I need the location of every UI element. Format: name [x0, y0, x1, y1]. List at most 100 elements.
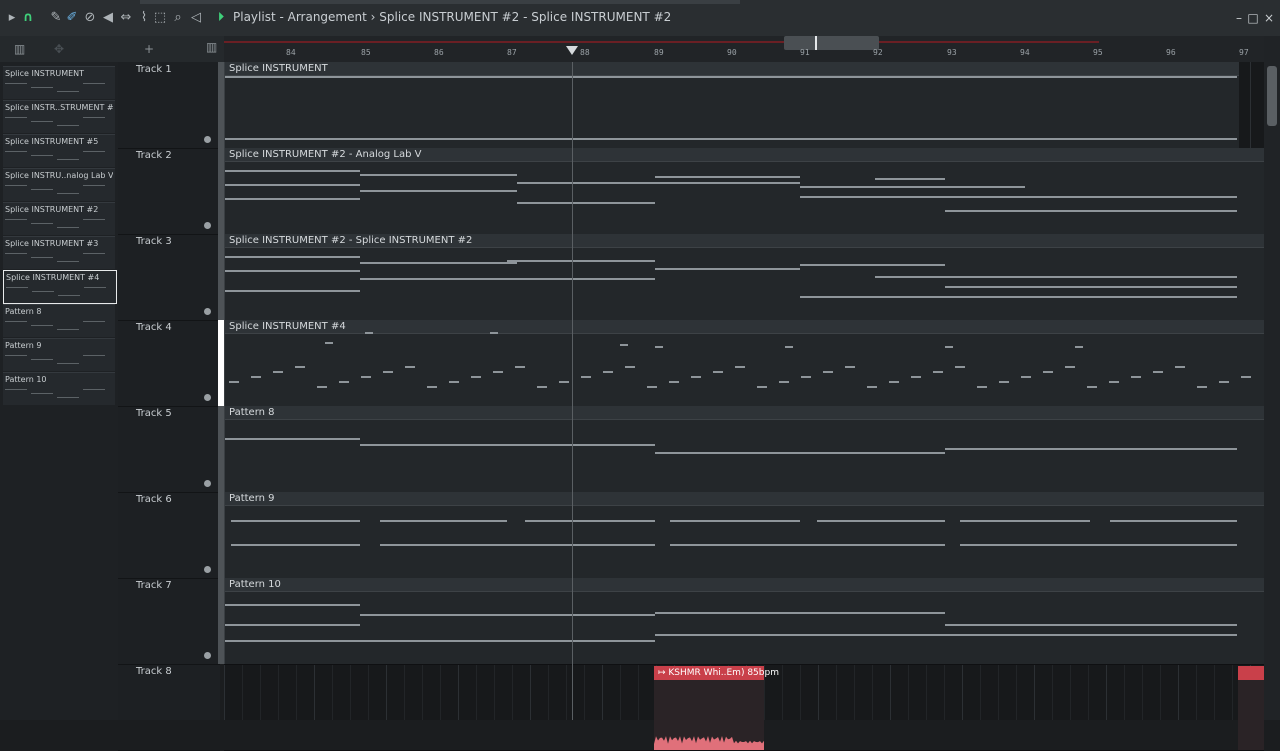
picker-item[interactable]: Splice INSTRUMENT #2 [3, 202, 115, 235]
track-header[interactable]: Track 6 [118, 492, 224, 579]
note-bar [225, 170, 360, 172]
pattern-clip[interactable]: Pattern 9 [224, 492, 1265, 578]
note-bar [945, 448, 1237, 450]
track-lane[interactable]: Pattern 9 [224, 492, 1265, 579]
track-lane[interactable]: Pattern 10 [224, 578, 1265, 665]
paint-brush-icon[interactable]: ✐ [64, 10, 80, 26]
track-lane[interactable]: Splice INSTRUMENT [224, 62, 1264, 149]
note-bar [225, 604, 360, 606]
note-bar [669, 381, 679, 383]
track-lane[interactable]: Splice INSTRUMENT #2 - Splice INSTRUMENT… [224, 234, 1265, 321]
slip-icon[interactable]: ⇔ [118, 10, 134, 26]
note-bar [670, 520, 800, 522]
close-button[interactable]: × [1262, 11, 1276, 25]
picker-preview-line [31, 257, 53, 258]
delete-icon[interactable]: ⊘ [82, 10, 98, 26]
add-track-icon[interactable]: + [144, 42, 154, 56]
pencil-draw-icon[interactable]: ✎ [48, 10, 64, 26]
track-mute-dot[interactable] [204, 308, 211, 315]
picker-item[interactable]: Splice INSTRUMENT #3 [3, 236, 115, 269]
picker-item[interactable]: Splice INSTRUMENT #4 [3, 270, 117, 304]
note-bar [647, 386, 657, 388]
picker-preview-line [5, 185, 27, 186]
picker-item-label: Splice INSTRU..nalog Lab V [5, 171, 113, 180]
slice-icon[interactable]: ⌇ [136, 10, 152, 26]
play-icon[interactable]: ⏵ [213, 10, 229, 26]
maximize-button[interactable]: □ [1246, 11, 1260, 25]
pattern-clip[interactable]: Pattern 8 [224, 406, 1265, 492]
picker-item[interactable]: Splice INSTRUMENT #5 [3, 134, 115, 167]
pattern-clip[interactable]: Pattern 10 [224, 578, 1265, 664]
note-bar [225, 624, 360, 626]
vertical-scrollbar[interactable] [1264, 36, 1280, 720]
track-header[interactable]: Track 5 [118, 406, 224, 493]
picker-item[interactable]: Splice INSTR..STRUMENT #2 [3, 100, 115, 133]
picker-preview-line [31, 359, 53, 360]
picker-item[interactable]: Splice INSTRUMENT [3, 66, 115, 99]
arrow-menu-icon[interactable]: ▸ [4, 10, 20, 26]
pattern-clip[interactable]: Splice INSTRUMENT #2 - Analog Lab V [224, 148, 1265, 234]
picker-preview-line [5, 355, 27, 356]
track-header[interactable]: Track 4 [118, 320, 224, 407]
track-lane[interactable]: Splice INSTRUMENT #4 [224, 320, 1265, 407]
zoom-icon[interactable]: ⌕ [170, 10, 186, 26]
timeline-ruler[interactable]: 84 85 86 87 88 89 90 91 92 93 94 95 96 97 [224, 36, 1264, 62]
track-header[interactable]: Track 1 [118, 62, 224, 149]
note-bar [655, 634, 1237, 636]
note-bar [515, 366, 525, 368]
note-bar [655, 452, 945, 454]
picker-item[interactable]: Splice INSTRU..nalog Lab V [3, 168, 115, 201]
note-bar [1175, 366, 1185, 368]
track-header[interactable]: Track 3 [118, 234, 224, 321]
ruler-scroll-thumb[interactable] [784, 36, 879, 50]
pattern-clip[interactable]: Splice INSTRUMENT [224, 62, 1239, 148]
vertical-scroll-thumb[interactable] [1267, 66, 1277, 126]
playhead-line [572, 62, 573, 720]
pattern-clip[interactable]: Splice INSTRUMENT #4 [224, 320, 1265, 406]
note-bar [867, 386, 877, 388]
picker-nav-icon[interactable]: ✥ [54, 42, 64, 56]
play-region-icon[interactable]: ◁ [188, 10, 204, 26]
picker-item-label: Splice INSTRUMENT #2 [5, 205, 99, 214]
mute-icon[interactable]: ◀ [100, 10, 116, 26]
select-icon[interactable]: ⬚ [152, 10, 168, 26]
note-bar [493, 371, 503, 373]
track-mute-dot[interactable] [204, 222, 211, 229]
playlist-lanes[interactable]: Splice INSTRUMENT Splice INSTRUMENT #2 - … [224, 62, 1265, 751]
track-mute-dot[interactable] [204, 394, 211, 401]
note-bar [360, 278, 655, 280]
track-mute-dot[interactable] [204, 480, 211, 487]
magnet-snap-icon[interactable]: ∩ [20, 10, 36, 26]
track-header[interactable]: Track 2 [118, 148, 224, 235]
audio-clip[interactable]: ↦ KSHMR Whi..Em) 85bpm [654, 666, 779, 750]
track-mute-dot[interactable] [204, 566, 211, 573]
minimize-button[interactable]: – [1232, 11, 1246, 25]
picker-item-label: Splice INSTRUMENT #5 [5, 137, 99, 146]
picker-item[interactable]: Pattern 10 [3, 372, 115, 405]
note-bar [999, 381, 1009, 383]
note-bar [785, 346, 793, 348]
track-lane[interactable]: Splice INSTRUMENT #2 - Analog Lab V [224, 148, 1265, 235]
picker-item[interactable]: Pattern 9 [3, 338, 115, 371]
track-mute-dot[interactable] [204, 136, 211, 143]
picker-item[interactable]: Pattern 8 [3, 304, 115, 337]
note-bar [1065, 366, 1075, 368]
track-lane[interactable]: ↦ KSHMR Whi..Em) 85bpm [224, 664, 1264, 751]
note-bar [1043, 371, 1053, 373]
pattern-clip[interactable]: Splice INSTRUMENT #2 - Splice INSTRUMENT… [224, 234, 1265, 320]
track-header[interactable]: Track 8 [118, 664, 220, 751]
note-bar [317, 386, 327, 388]
ruler-bar-label: 84 [286, 48, 296, 57]
clip-title-bar: Pattern 10 [225, 578, 1265, 592]
note-bar [801, 376, 811, 378]
track-header[interactable]: Track 7 [118, 578, 224, 665]
pattern-picker-icon[interactable]: ▥ [206, 40, 217, 54]
playhead-marker[interactable] [566, 46, 578, 55]
picker-mode-icon[interactable]: ▥ [14, 42, 25, 56]
clip-title-bar: Splice INSTRUMENT [225, 62, 1239, 76]
track-lane[interactable]: Pattern 8 [224, 406, 1265, 493]
track-mute-dot[interactable] [204, 652, 211, 659]
note-bar [620, 344, 628, 346]
audio-clip-next[interactable] [1238, 666, 1264, 750]
picker-preview-line [57, 397, 79, 398]
